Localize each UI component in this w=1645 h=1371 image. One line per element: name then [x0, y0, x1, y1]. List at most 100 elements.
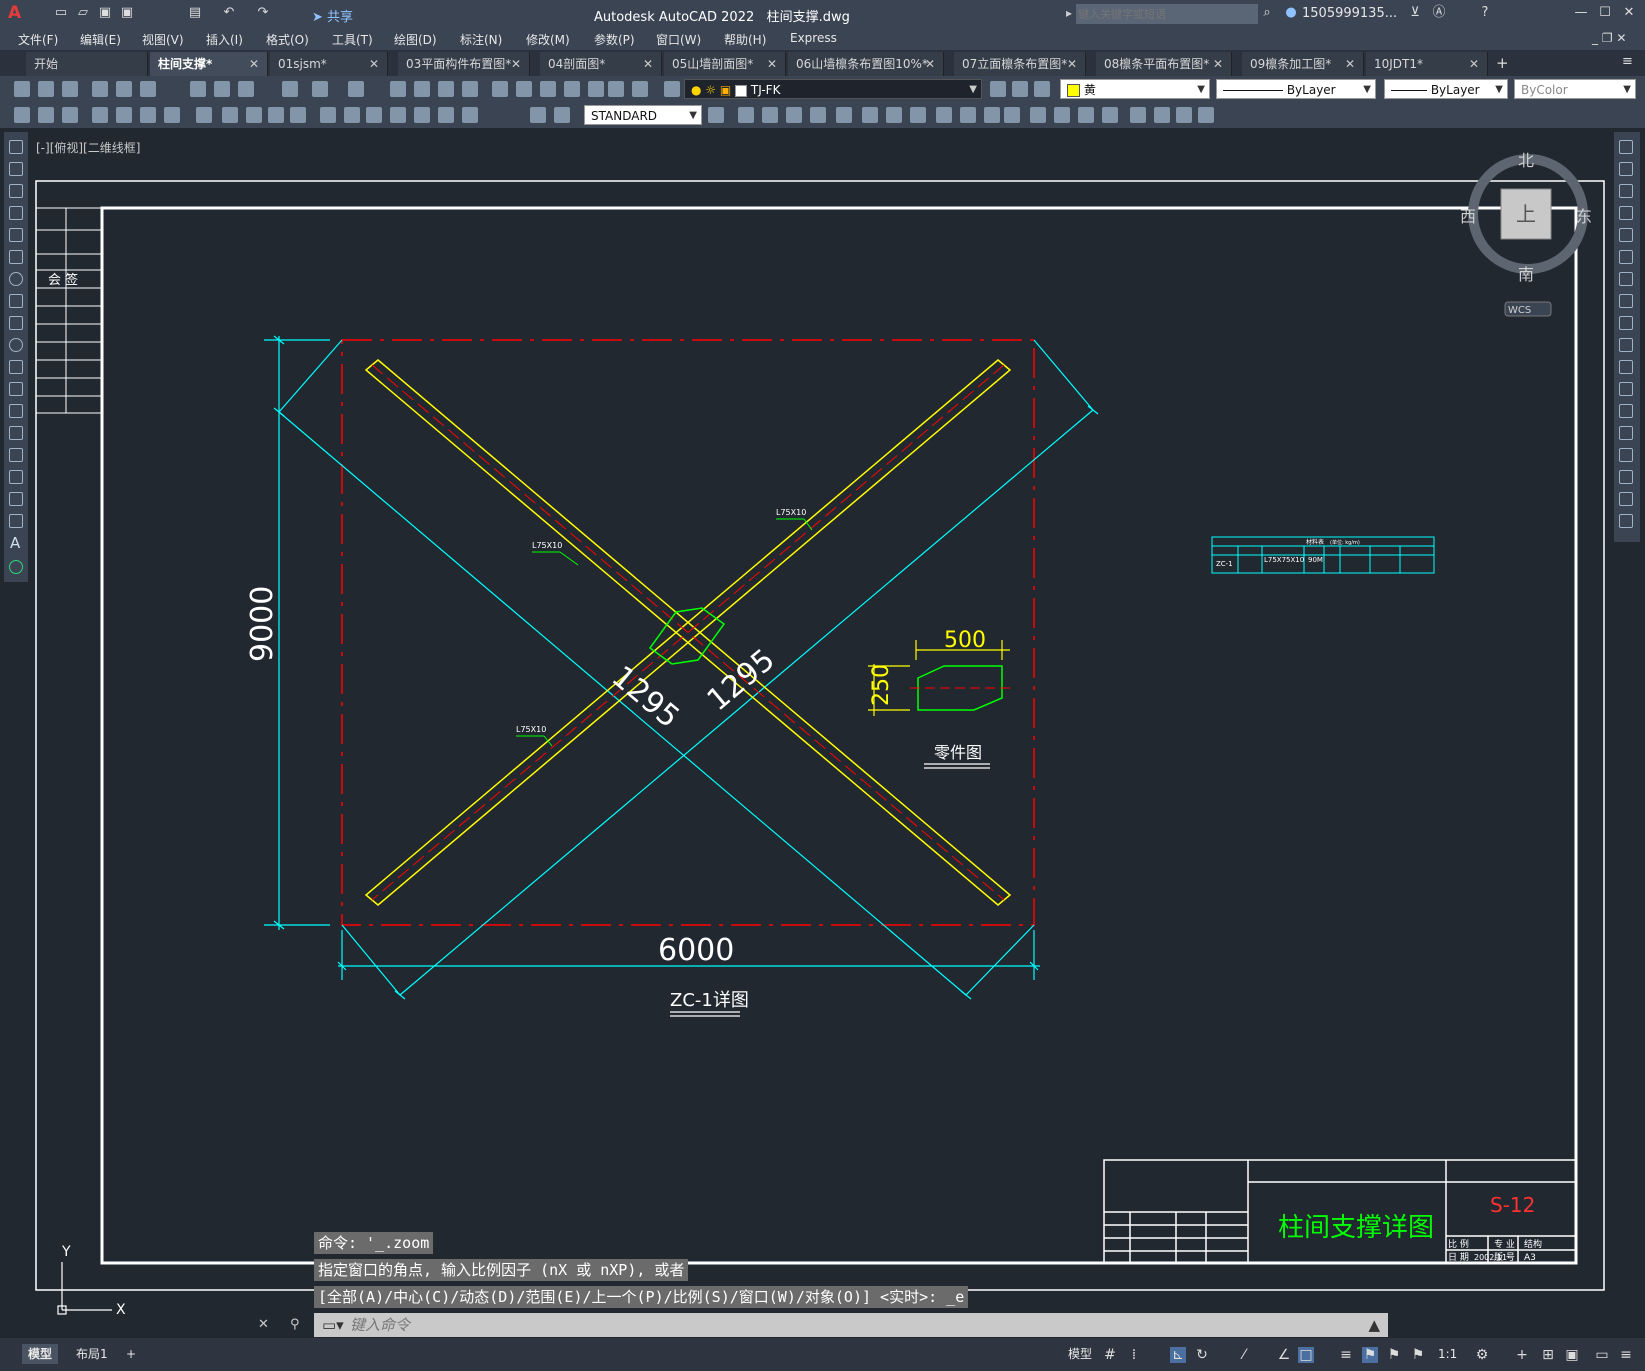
dim-style-icon[interactable] [554, 107, 570, 123]
ortho-icon[interactable]: ⊾ [1170, 1347, 1186, 1363]
plot-icon[interactable] [92, 81, 108, 97]
jogged-linear-icon[interactable] [414, 107, 430, 123]
new-tab-icon[interactable]: + [1496, 54, 1509, 72]
open-icon[interactable] [38, 81, 54, 97]
dim-aligned-icon[interactable] [38, 107, 54, 123]
isodraft-icon[interactable]: ⁄ [1236, 1347, 1252, 1363]
annotation-visibility-icon[interactable]: ⚑ [1362, 1347, 1378, 1363]
annotation-monitor-icon[interactable]: + [1514, 1347, 1530, 1363]
move-3d-icon[interactable] [810, 107, 826, 123]
tab-layout1[interactable]: 布局1 [72, 1344, 112, 1364]
command-input[interactable]: ▭▾ 键入命令 ▲ [314, 1313, 1388, 1337]
break-icon[interactable] [1619, 404, 1633, 418]
scale-value[interactable]: 1:1 [1438, 1344, 1457, 1364]
color-dropdown[interactable]: 黄 ▼ [1060, 79, 1210, 99]
lineweight-dropdown[interactable]: ByLayer ▼ [1384, 79, 1508, 99]
fillet-icon[interactable] [1619, 470, 1633, 484]
hatch-icon[interactable] [9, 448, 23, 462]
a360-icon[interactable]: Ⓐ [1432, 6, 1446, 20]
close-tab-icon[interactable]: ✕ [925, 52, 935, 76]
move-icon[interactable] [1619, 250, 1633, 264]
menu-insert[interactable]: 插入(I) [206, 31, 243, 48]
menu-modify[interactable]: 修改(M) [526, 31, 570, 48]
line-icon[interactable] [9, 140, 23, 154]
search-chevron-icon[interactable]: ▸ [1066, 6, 1072, 20]
drawing-canvas[interactable]: 会 签 L75X10 L75X10 L75X10 9000 6000 1295 … [0, 0, 1645, 1371]
dim-arc-icon[interactable] [62, 107, 78, 123]
redo-icon[interactable]: ↷ [256, 6, 270, 20]
close-tab-icon[interactable]: ✕ [643, 52, 653, 76]
dim-radius-icon[interactable] [116, 107, 132, 123]
menu-edit[interactable]: 编辑(E) [80, 31, 121, 48]
doc-window-controls[interactable]: _ ❐ ✕ [1592, 31, 1626, 45]
revolve-icon[interactable] [886, 107, 902, 123]
customize-icon[interactable]: ⚲ [290, 1317, 300, 1332]
properties-icon[interactable] [492, 81, 508, 97]
tab-zhujianzhicheng[interactable]: 柱间支撑* ✕ [150, 52, 268, 76]
dimstyle-dropdown[interactable]: STANDARD ▼ [584, 105, 702, 125]
layer-previous-icon[interactable] [1012, 81, 1028, 97]
menu-help[interactable]: 帮助(H) [724, 31, 766, 48]
menu-format[interactable]: 格式(O) [266, 31, 309, 48]
close-tab-icon[interactable]: ✕ [249, 52, 259, 76]
dim-space-icon[interactable] [290, 107, 306, 123]
close-tab-icon[interactable]: ✕ [369, 52, 379, 76]
share-button[interactable]: ➤ 共享 [312, 6, 353, 25]
search-icon[interactable]: ⌕ [1260, 6, 1274, 20]
copy-icon[interactable] [214, 81, 230, 97]
dim-text-edit-icon[interactable] [462, 107, 478, 123]
region-icon[interactable] [9, 492, 23, 506]
layer-properties-icon[interactable] [664, 81, 680, 97]
construction-line-icon[interactable] [9, 162, 23, 176]
menu-tools[interactable]: 工具(T) [332, 31, 373, 48]
extrude-icon[interactable] [862, 107, 878, 123]
rotate-icon[interactable] [1619, 272, 1633, 286]
polygon-icon[interactable] [9, 206, 23, 220]
tab-01sjsm[interactable]: 01sjsm* ✕ [270, 52, 388, 76]
ucs-icon[interactable] [1130, 107, 1146, 123]
tab-09[interactable]: 09檩条加工图* ✕ [1242, 52, 1364, 76]
ucs-world-icon[interactable] [1154, 107, 1170, 123]
cone-icon[interactable] [786, 107, 802, 123]
dim-linear-icon[interactable] [14, 107, 30, 123]
offset-icon[interactable] [1619, 206, 1633, 220]
copy-icon[interactable] [1619, 162, 1633, 176]
ellipse-icon[interactable] [9, 338, 23, 352]
revcloud-icon[interactable] [9, 294, 23, 308]
lightbulb-icon[interactable]: ● [691, 83, 701, 97]
redo-icon[interactable] [348, 81, 364, 97]
undo-icon[interactable]: ↶ [222, 6, 236, 20]
help-icon[interactable] [632, 81, 648, 97]
sun-icon[interactable]: ☼ [705, 83, 716, 97]
sweep-icon[interactable] [910, 107, 926, 123]
zoom-realtime-icon[interactable] [414, 81, 430, 97]
tolerance-icon[interactable] [344, 107, 360, 123]
tab-10[interactable]: 10JDT1* ✕ [1366, 52, 1488, 76]
design-center-icon[interactable] [516, 81, 532, 97]
menu-dimension[interactable]: 标注(N) [460, 31, 502, 48]
command-close-icon[interactable]: ✕ [258, 1317, 269, 1332]
scale-icon[interactable] [1619, 294, 1633, 308]
spline-icon[interactable] [9, 316, 23, 330]
customize-status-icon[interactable]: ≡ [1618, 1347, 1634, 1363]
layer-state-icon[interactable] [1034, 81, 1050, 97]
chamfer-icon[interactable] [1619, 448, 1633, 462]
break-point-icon[interactable] [1619, 382, 1633, 396]
clean-screen-icon[interactable]: ▭ [1594, 1347, 1610, 1363]
visual-style-icon[interactable] [1078, 107, 1094, 123]
user-name[interactable]: 1505999135... [1302, 6, 1397, 21]
close-tab-icon[interactable]: ✕ [767, 52, 777, 76]
close-tab-icon[interactable]: ✕ [1067, 52, 1077, 76]
osnap-icon[interactable]: □ [1298, 1347, 1314, 1363]
dim-baseline-icon[interactable] [246, 107, 262, 123]
preview-icon[interactable] [116, 81, 132, 97]
new-icon[interactable]: ▭ [54, 6, 68, 20]
model-space-button[interactable]: 模型 [1068, 1344, 1092, 1364]
shade-icon[interactable] [1030, 107, 1046, 123]
arc-icon[interactable] [9, 250, 23, 264]
menu-window[interactable]: 窗口(W) [656, 31, 701, 48]
new-layout-icon[interactable]: + [126, 1344, 136, 1364]
intersect-icon[interactable] [1004, 107, 1020, 123]
close-tab-icon[interactable]: ✕ [1345, 52, 1355, 76]
app-logo-icon[interactable]: A [8, 3, 21, 23]
